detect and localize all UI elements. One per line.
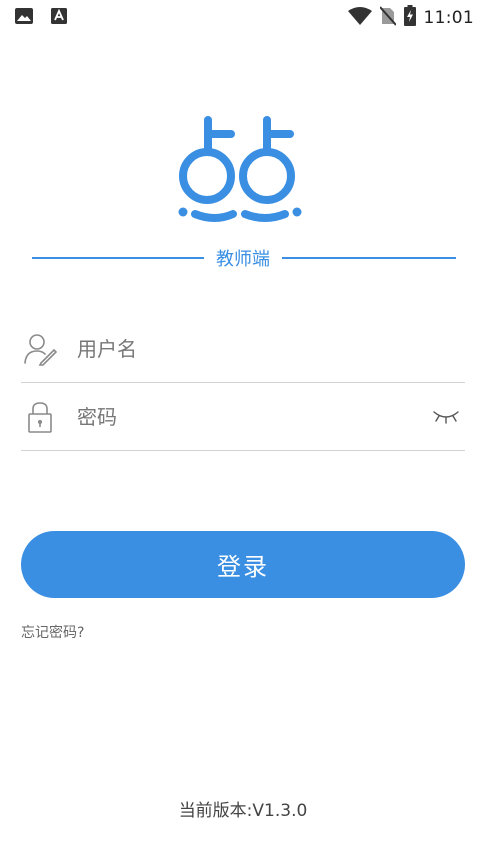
divider-right (282, 257, 456, 259)
login-button[interactable]: 登录 (21, 531, 465, 598)
status-time: 11:01 (423, 7, 474, 28)
username-input[interactable] (77, 334, 417, 364)
divider-left (32, 257, 204, 259)
password-field (21, 384, 465, 451)
eye-closed-icon[interactable] (431, 406, 461, 426)
password-input[interactable] (77, 402, 417, 432)
user-icon (23, 332, 58, 366)
app-notification-icon (51, 8, 67, 28)
subtitle-text: 教师端 (216, 249, 270, 270)
image-icon (15, 8, 33, 28)
status-bar: 11:01 (0, 0, 486, 34)
wifi-icon (347, 6, 372, 29)
lock-icon (23, 400, 57, 434)
forgot-password-link[interactable]: 忘记密码? (21, 622, 84, 642)
username-field (21, 316, 465, 383)
app-logo (173, 114, 307, 226)
version-text: 当前版本:V1.3.0 (178, 801, 308, 821)
status-bar-right: 11:01 (347, 5, 475, 30)
no-sim-icon (378, 5, 397, 30)
battery-charging-icon (403, 5, 416, 30)
login-screen: 11:01 教师端 用户名 登录 忘记密码? 当前版本:V1.3.0 (0, 0, 486, 864)
subtitle-row: 教师端 (32, 244, 456, 272)
status-bar-left (15, 8, 67, 28)
